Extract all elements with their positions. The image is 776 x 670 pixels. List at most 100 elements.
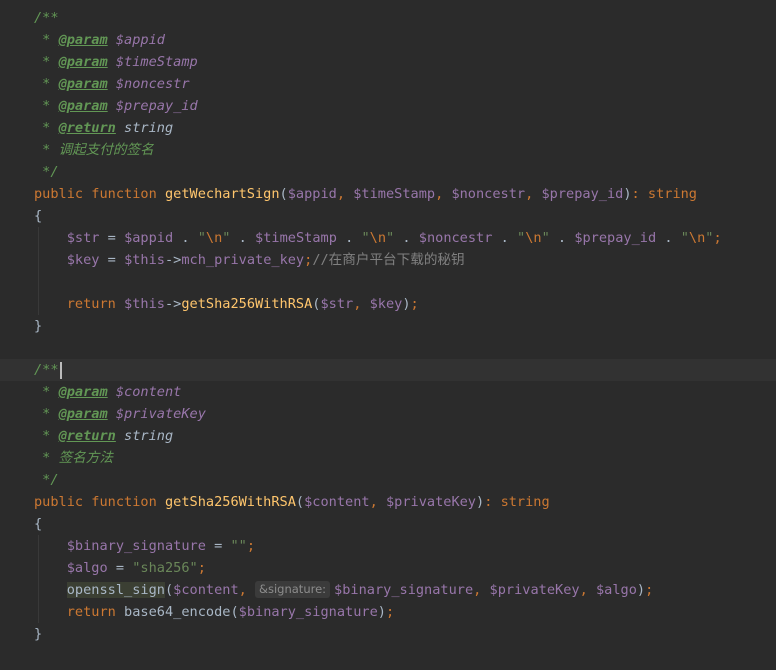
variable: $str: [66, 230, 100, 246]
doc-param-var: $noncestr: [115, 76, 190, 92]
doc-return-type: string: [124, 428, 174, 444]
variable: $content: [173, 582, 239, 598]
code-editor[interactable]: /** * @param $appid * @param $timeStamp …: [0, 0, 776, 670]
code-line-19: * @return string: [34, 428, 174, 444]
keyword-return: return: [66, 604, 116, 620]
variable: $str: [320, 296, 354, 312]
param-tag: @param: [58, 384, 108, 400]
keyword-function: function: [91, 186, 157, 202]
code-line-10: {: [0, 205, 776, 227]
variable: $binary_signature: [334, 582, 474, 598]
method-call[interactable]: getSha256WithRSA: [181, 296, 312, 312]
code-line-21: */: [0, 469, 776, 491]
code-line-24: $binary_signature = "";: [66, 538, 256, 554]
escape-seq: \n: [205, 230, 223, 246]
code-line-22: public function getSha256WithRSA($conten…: [34, 494, 550, 510]
code-line-4: * @param $noncestr: [34, 76, 190, 92]
param-tag: @param: [58, 54, 108, 70]
doc-param-var: $prepay_id: [115, 98, 198, 114]
variable: $appid: [124, 230, 174, 246]
code-line-3: * @param $timeStamp: [34, 54, 198, 70]
variable: $key: [369, 296, 403, 312]
code-line-17: * @param $content: [34, 384, 182, 400]
function-call[interactable]: base64_encode: [124, 604, 230, 620]
code-line-9: public function getWechartSign($appid, $…: [34, 186, 697, 202]
text-caret: [59, 361, 62, 379]
code-line-11: $str = $appid . "\n" . $timeStamp . "\n"…: [66, 230, 722, 246]
this-var: $this: [124, 296, 165, 312]
code-line-14: return $this->getSha256WithRSA($str, $ke…: [66, 296, 419, 312]
brace-open: {: [34, 516, 43, 532]
code-line-7: * 调起支付的签名: [34, 142, 154, 158]
param-var: $noncestr: [451, 186, 526, 202]
variable: $timeStamp: [255, 230, 337, 246]
brace-open: {: [34, 208, 43, 224]
return-tag: @return: [58, 120, 116, 136]
doc-comment-close: */: [34, 164, 59, 180]
variable: $algo: [66, 560, 108, 576]
param-var: $timeStamp: [353, 186, 436, 202]
doc-comment-open: /**: [34, 362, 59, 378]
keyword-function: function: [91, 494, 157, 510]
code-line-6: * @return string: [34, 120, 174, 136]
code-line-18: * @param $privateKey: [34, 406, 206, 422]
string-literal: "sha256": [132, 560, 198, 576]
property: mch_private_key: [181, 252, 305, 268]
function-name[interactable]: getSha256WithRSA: [165, 494, 296, 510]
param-var: $appid: [287, 186, 337, 202]
brace-close: }: [34, 626, 43, 642]
variable: $binary_signature: [66, 538, 206, 554]
doc-comment-close: */: [34, 472, 59, 488]
code-line-26: openssl_sign($content, &signature: $binar…: [66, 581, 654, 598]
doc-param-var: $content: [115, 384, 182, 400]
doc-param-var: $privateKey: [115, 406, 206, 422]
function-call-highlighted[interactable]: openssl_sign: [66, 582, 165, 598]
escape-seq: \n: [369, 230, 387, 246]
string-literal: "": [230, 538, 247, 554]
keyword-public: public: [34, 186, 84, 202]
param-var: $content: [304, 494, 370, 510]
variable: $prepay_id: [574, 230, 657, 246]
doc-param-var: $appid: [115, 32, 165, 48]
doc-description: 调起支付的签名: [58, 142, 154, 158]
param-var: $privateKey: [385, 494, 476, 510]
param-tag: @param: [58, 32, 108, 48]
return-type: string: [647, 186, 697, 202]
param-tag: @param: [58, 406, 108, 422]
variable: $algo: [595, 582, 637, 598]
variable: $noncestr: [418, 230, 493, 246]
code-line-2: * @param $appid: [0, 29, 776, 51]
escape-seq: \n: [525, 230, 542, 246]
code-line-current: /**: [0, 359, 776, 381]
doc-comment-open: /**: [34, 10, 59, 26]
this-var: $this: [124, 252, 165, 268]
keyword-public: public: [34, 494, 84, 510]
doc-description: 签名方法: [58, 450, 113, 466]
variable: $binary_signature: [238, 604, 378, 620]
variable: $privateKey: [489, 582, 580, 598]
code-line-20: * 签名方法: [34, 450, 113, 466]
escape-seq: \n: [688, 230, 706, 246]
param-tag: @param: [58, 76, 108, 92]
function-name[interactable]: getWechartSign: [165, 186, 280, 202]
brace-close: }: [34, 318, 43, 334]
code-line-23: {: [0, 513, 776, 535]
return-tag: @return: [58, 428, 116, 444]
line-comment: //在商户平台下载的秘钥: [312, 252, 465, 268]
code-line-28: }: [0, 623, 776, 645]
parameter-hint: &signature:: [255, 581, 331, 598]
doc-return-type: string: [124, 120, 174, 136]
variable: $key: [66, 252, 100, 268]
code-line-1: /**: [0, 7, 776, 29]
param-tag: @param: [58, 98, 108, 114]
doc-param-var: $timeStamp: [115, 54, 198, 70]
code-line-25: $algo = "sha256";: [66, 560, 206, 576]
code-line-8: */: [0, 161, 776, 183]
code-line-5: * @param $prepay_id: [34, 98, 198, 114]
code-line-15: }: [0, 315, 776, 337]
param-var: $prepay_id: [541, 186, 624, 202]
return-type: string: [500, 494, 550, 510]
doc-star: *: [34, 32, 59, 48]
code-line-12: $key = $this->mch_private_key;//在商户平台下载的…: [66, 252, 465, 268]
